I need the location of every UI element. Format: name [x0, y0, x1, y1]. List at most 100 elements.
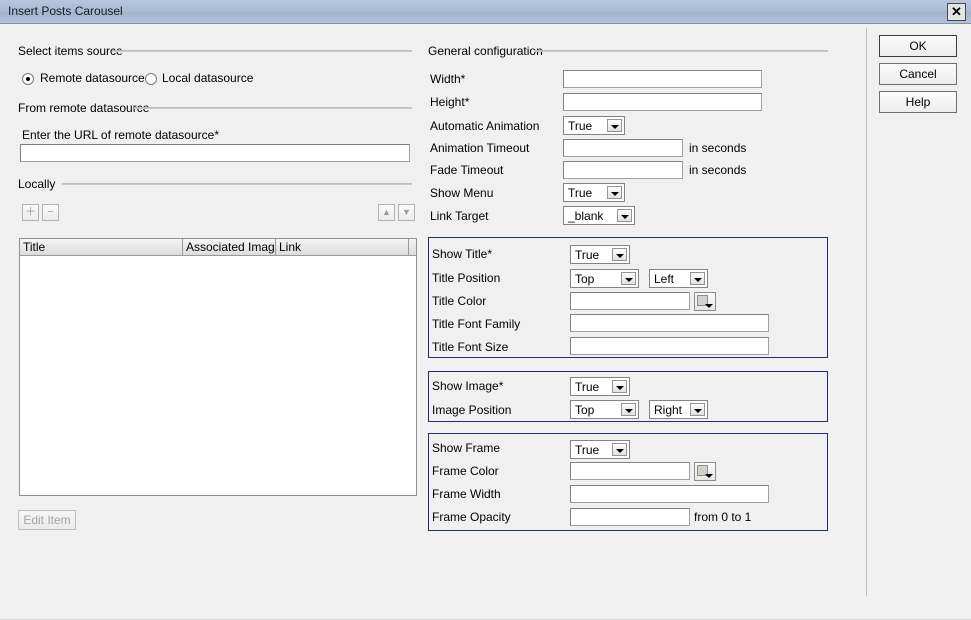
height-label: Height* — [430, 95, 470, 109]
group-divider-line — [534, 50, 828, 52]
frame-width-label: Frame Width — [432, 487, 501, 501]
frame-opacity-label: Frame Opacity — [432, 510, 511, 524]
table-header-row: Title Associated Image Link — [20, 239, 416, 256]
chevron-down-icon[interactable] — [621, 403, 636, 416]
chevron-down-icon — [705, 474, 713, 478]
fade-timeout-suffix: in seconds — [689, 163, 747, 177]
show-title-select[interactable]: True — [570, 245, 630, 264]
width-label: Width* — [430, 72, 466, 86]
show-title-value: True — [575, 248, 600, 262]
title-bar: Insert Posts Carousel ✕ — [0, 0, 971, 24]
show-image-select[interactable]: True — [570, 377, 630, 396]
animation-timeout-label: Animation Timeout — [430, 141, 530, 155]
radio-local-datasource-label: Local datasource — [162, 71, 254, 85]
table-column-link[interactable]: Link — [276, 239, 409, 255]
show-menu-label: Show Menu — [430, 186, 494, 200]
dialog-window: Insert Posts Carousel ✕ Select items sou… — [0, 0, 971, 620]
title-position-horizontal-select[interactable]: Left — [649, 269, 708, 288]
move-down-button[interactable]: ▼ — [398, 204, 415, 221]
show-frame-select[interactable]: True — [570, 440, 630, 459]
image-position-horizontal-select[interactable]: Right — [649, 400, 708, 419]
table-column-title[interactable]: Title — [20, 239, 183, 255]
link-target-value: _blank — [568, 209, 604, 223]
title-font-family-label: Title Font Family — [432, 317, 521, 331]
link-target-label: Link Target — [430, 209, 489, 223]
triangle-up-icon: ▲ — [382, 207, 391, 217]
plus-icon: ＋ — [25, 206, 36, 218]
show-menu-select[interactable]: True — [563, 183, 625, 202]
image-position-vertical-select[interactable]: Top — [570, 400, 639, 419]
show-image-label: Show Image* — [432, 379, 504, 393]
title-color-input[interactable] — [570, 292, 690, 310]
title-color-label: Title Color — [432, 294, 487, 308]
show-frame-value: True — [575, 443, 600, 457]
general-configuration-label: General configuration — [428, 44, 546, 58]
window-title: Insert Posts Carousel — [8, 4, 123, 18]
frame-color-input[interactable] — [570, 462, 690, 480]
chevron-down-icon[interactable] — [612, 443, 627, 456]
group-divider-line — [112, 50, 412, 52]
frame-color-label: Frame Color — [432, 464, 499, 478]
automatic-animation-value: True — [568, 119, 593, 133]
title-font-family-input[interactable] — [570, 314, 769, 332]
chevron-down-icon[interactable] — [690, 403, 705, 416]
title-font-size-label: Title Font Size — [432, 340, 509, 354]
radio-remote-datasource[interactable] — [22, 73, 34, 85]
table-column-associated-image[interactable]: Associated Image — [183, 239, 276, 255]
width-input[interactable] — [563, 70, 762, 88]
radio-remote-datasource-label: Remote datasource — [40, 71, 145, 85]
triangle-down-icon: ▼ — [402, 207, 411, 217]
show-title-label: Show Title* — [432, 247, 493, 261]
show-image-value: True — [575, 380, 600, 394]
animation-timeout-input[interactable] — [563, 139, 683, 157]
image-position-vertical-value: Top — [575, 403, 595, 417]
title-color-picker-button[interactable] — [694, 292, 716, 311]
animation-timeout-suffix: in seconds — [689, 141, 747, 155]
group-divider-line — [62, 183, 412, 185]
locally-label: Locally — [18, 177, 59, 191]
show-frame-label: Show Frame — [432, 441, 501, 455]
chevron-down-icon[interactable] — [612, 248, 627, 261]
table-column-spacer — [409, 239, 417, 255]
chevron-down-icon[interactable] — [621, 272, 636, 285]
close-icon[interactable]: ✕ — [947, 3, 966, 21]
minus-icon: − — [47, 206, 54, 218]
title-position-vertical-value: Top — [575, 272, 595, 286]
chevron-down-icon[interactable] — [617, 209, 632, 222]
radio-local-datasource[interactable] — [145, 73, 157, 85]
title-position-vertical-select[interactable]: Top — [570, 269, 639, 288]
height-input[interactable] — [563, 93, 762, 111]
panel-divider — [866, 28, 867, 596]
title-position-horizontal-value: Left — [654, 272, 675, 286]
frame-width-input[interactable] — [570, 485, 769, 503]
chevron-down-icon[interactable] — [607, 186, 622, 199]
image-position-horizontal-value: Right — [654, 403, 683, 417]
automatic-animation-select[interactable]: True — [563, 116, 625, 135]
url-input[interactable] — [20, 144, 410, 162]
fade-timeout-input[interactable] — [563, 161, 683, 179]
link-target-select[interactable]: _blank — [563, 206, 635, 225]
title-font-size-input[interactable] — [570, 337, 769, 355]
frame-color-picker-button[interactable] — [694, 462, 716, 481]
frame-opacity-suffix: from 0 to 1 — [694, 510, 752, 524]
image-position-label: Image Position — [432, 403, 512, 417]
items-table[interactable]: Title Associated Image Link — [19, 238, 417, 496]
from-remote-datasource-label: From remote datasource — [18, 101, 153, 115]
move-up-button[interactable]: ▲ — [378, 204, 395, 221]
add-item-button[interactable]: ＋ — [22, 204, 39, 221]
automatic-animation-label: Automatic Animation — [430, 119, 540, 133]
chevron-down-icon[interactable] — [690, 272, 705, 285]
fade-timeout-label: Fade Timeout — [430, 163, 504, 177]
help-button[interactable]: Help — [879, 91, 957, 113]
remove-item-button[interactable]: − — [42, 204, 59, 221]
ok-button[interactable]: OK — [879, 35, 957, 57]
show-menu-value: True — [568, 186, 593, 200]
chevron-down-icon[interactable] — [607, 119, 622, 132]
select-items-source-label: Select items source — [18, 44, 126, 58]
edit-item-button[interactable]: Edit Item — [18, 510, 76, 530]
cancel-button[interactable]: Cancel — [879, 63, 957, 85]
title-position-label: Title Position — [432, 271, 501, 285]
url-field-label: Enter the URL of remote datasource* — [22, 128, 219, 142]
chevron-down-icon[interactable] — [612, 380, 627, 393]
frame-opacity-input[interactable] — [570, 508, 690, 526]
